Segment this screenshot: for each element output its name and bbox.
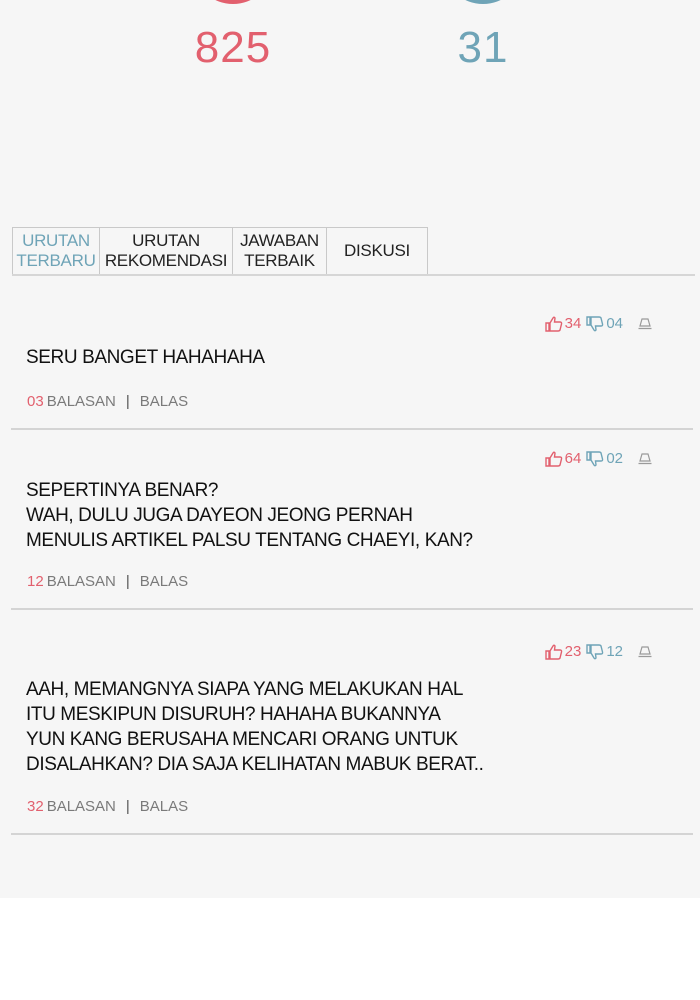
thumbs-up-icon (544, 316, 562, 332)
tab-recommended[interactable]: URUTAN REKOMENDASI (99, 227, 232, 275)
comment-meta: 12 BALASAN | BALAS (27, 573, 188, 590)
tab-discussion[interactable]: DISKUSI (326, 227, 428, 275)
like-button[interactable]: 23 (544, 643, 582, 660)
thumbs-down-icon (586, 643, 604, 659)
reply-button[interactable]: BALAS (140, 393, 188, 410)
replies-link[interactable]: BALASAN (47, 573, 116, 590)
like-count: 825 (194, 23, 272, 72)
dislike-reaction-icon (446, 0, 520, 4)
like-count: 23 (564, 643, 582, 660)
replies-link[interactable]: BALASAN (47, 798, 116, 815)
comment-text: AAH, MEMANGNYA SIAPA YANG MELAKUKAN HAL … (26, 679, 484, 775)
reply-button[interactable]: BALAS (140, 573, 188, 590)
tab-best-answers[interactable]: JAWABAN TERBAIK (232, 227, 326, 275)
thumbs-down-icon (586, 450, 604, 466)
dislike-count: 04 (606, 315, 623, 332)
dislike-count: 02 (606, 450, 623, 467)
tabs-divider (12, 274, 695, 276)
comment-votes: 23 12 (544, 643, 652, 660)
thumbs-up-icon (544, 644, 562, 660)
comment-divider (11, 833, 693, 835)
tab-newest[interactable]: URUTAN TERBARU (12, 227, 99, 275)
meta-separator: | (125, 798, 130, 815)
report-icon[interactable] (638, 645, 652, 658)
comment-text: SEPERTINYA BENAR? WAH, DULU JUGA DAYEON … (26, 480, 473, 551)
reply-button[interactable]: BALAS (140, 798, 188, 815)
sort-tabs: URUTAN TERBARU URUTAN REKOMENDASI JAWABA… (12, 227, 428, 275)
report-icon[interactable] (638, 452, 652, 465)
reply-count: 32 (27, 798, 44, 815)
meta-separator: | (125, 573, 130, 590)
comment-divider (11, 428, 693, 430)
like-count: 64 (564, 450, 582, 467)
like-reaction-icon (196, 0, 270, 4)
dislike-count: 31 (457, 23, 509, 72)
thumbs-up-icon (544, 451, 562, 467)
comment-divider (11, 608, 693, 610)
comment-meta: 32 BALASAN | BALAS (27, 798, 188, 815)
comment-text: SERU BANGET HAHAHAHA (26, 347, 265, 368)
like-count: 34 (564, 315, 582, 332)
comments-panel: 825 31 URUTAN TERBARU URUTAN REKOMENDASI… (0, 0, 700, 898)
dislike-button[interactable]: 12 (586, 643, 623, 660)
replies-link[interactable]: BALASAN (47, 393, 116, 410)
meta-separator: | (125, 393, 130, 410)
dislike-count: 12 (606, 643, 623, 660)
dislike-button[interactable]: 02 (586, 450, 623, 467)
comment-votes: 34 04 (544, 315, 652, 332)
reply-count: 12 (27, 573, 44, 590)
reply-count: 03 (27, 393, 44, 410)
comment-meta: 03 BALASAN | BALAS (27, 393, 188, 410)
comment-votes: 64 02 (544, 450, 652, 467)
like-button[interactable]: 34 (544, 315, 582, 332)
dislike-button[interactable]: 04 (586, 315, 623, 332)
thumbs-down-icon (586, 315, 604, 331)
like-button[interactable]: 64 (544, 450, 582, 467)
report-icon[interactable] (638, 317, 652, 330)
